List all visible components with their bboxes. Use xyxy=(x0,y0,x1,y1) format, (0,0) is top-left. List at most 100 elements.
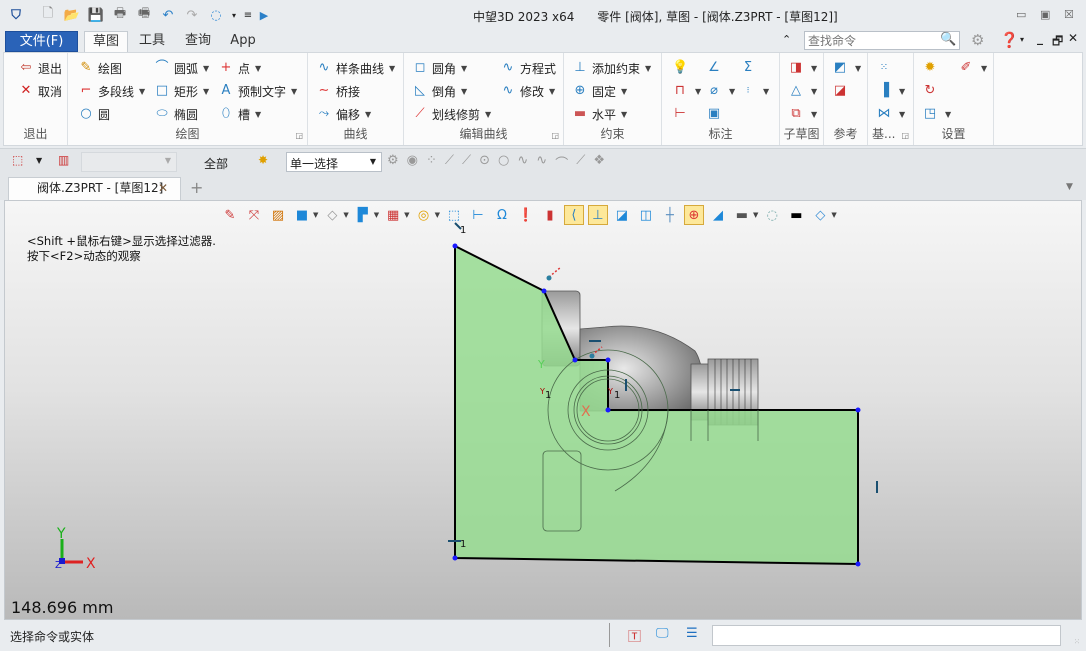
draw-button[interactable]: ✎ 绘图 xyxy=(78,58,122,78)
ellipse-button[interactable]: ⬭ 椭圆 xyxy=(154,104,198,124)
tab-overflow-icon[interactable]: ▼ xyxy=(1066,182,1073,192)
filter-icon[interactable]: ▥ xyxy=(58,153,69,167)
mesh-icon[interactable]: ❖ xyxy=(593,153,605,172)
radial-dimension-icon[interactable]: ⌀ xyxy=(706,83,722,99)
horizontal-button[interactable]: ▬ 水平 ▼ xyxy=(572,104,627,124)
spline-button[interactable]: ∿ 样条曲线 ▼ xyxy=(316,58,396,78)
line-icon[interactable]: ⟋ xyxy=(445,153,454,172)
pick-filter-icon[interactable]: ✸ xyxy=(258,153,268,167)
collapse-ribbon-icon[interactable]: ⌃ xyxy=(782,33,791,46)
minimize-button[interactable]: ▭ xyxy=(1016,8,1026,21)
maximize-button[interactable]: ▣ xyxy=(1040,8,1050,21)
fix-button[interactable]: ⊕ 固定 ▼ xyxy=(572,81,628,101)
chevron-down-icon[interactable]: ▼ xyxy=(811,64,817,73)
vertex[interactable] xyxy=(605,407,611,413)
arc-button[interactable]: ⌒ 圆弧 ▼ xyxy=(154,58,209,78)
3d-viewport[interactable]: ✎ ⤧ ▨ ■ ▼ ◇ ▼ ▛ ▼ ▦ ▼ ◎ ▼ ⬚ ⊢ Ω ❗ ▮ ⟨ ⊥ ◪ ◫ ┼… xyxy=(4,200,1082,620)
vertex[interactable] xyxy=(452,243,458,249)
symmetry-icon[interactable]: ⋈ xyxy=(876,106,892,122)
gear-icon[interactable]: ⚙ xyxy=(971,31,984,49)
point-button[interactable]: + 点 ▼ xyxy=(218,58,262,78)
tab-tools[interactable]: 工具 xyxy=(134,31,170,52)
chevron-down-icon[interactable]: ▼ xyxy=(811,110,817,119)
file-menu-button[interactable]: 文件(F) xyxy=(5,31,78,52)
gear-pick-icon[interactable]: ⚙ xyxy=(387,153,399,172)
chevron-down-icon[interactable]: ▼ xyxy=(899,110,905,119)
play-icon[interactable]: ◉ xyxy=(407,153,418,172)
chevron-down-icon[interactable]: ▼ xyxy=(945,110,951,119)
search-icon[interactable]: 🔍 xyxy=(940,32,956,47)
close-button[interactable]: ☒ xyxy=(1064,8,1074,21)
curve-point-icon[interactable]: ∿ xyxy=(517,153,528,172)
group-launcher-icon[interactable]: ◲ xyxy=(551,131,559,140)
tab-query[interactable]: 查询 xyxy=(178,31,218,52)
tab-sketch[interactable]: 草图 xyxy=(84,31,128,53)
frame-icon[interactable]: ◳ xyxy=(922,106,938,122)
formula-icon[interactable]: ▣ xyxy=(706,106,722,122)
close-tab-icon[interactable]: ✕ xyxy=(158,178,168,199)
chevron-down-icon[interactable]: ▼ xyxy=(763,87,769,96)
reorient-icon[interactable]: ↻ xyxy=(922,83,938,99)
trim-button[interactable]: ⟋ 划线修剪 ▼ xyxy=(412,104,491,124)
polyline-button[interactable]: ⌐ 多段线 ▼ xyxy=(78,81,146,101)
chevron-down-icon[interactable]: ▼ xyxy=(811,87,817,96)
chevron-down-icon[interactable]: ▼ xyxy=(36,156,42,165)
triangle-icon[interactable]: △ xyxy=(788,83,804,99)
insert-sub-sketch-icon[interactable]: ◨ xyxy=(788,60,804,76)
vertex[interactable] xyxy=(855,407,861,413)
command-search-input[interactable] xyxy=(804,31,960,50)
doc-minimize-button[interactable]: _ xyxy=(1037,31,1043,45)
filter-select[interactable]: ▼ xyxy=(81,152,177,172)
customize-quick-access-icon[interactable]: ≡ xyxy=(240,7,256,23)
chevron-down-icon[interactable]: ▼ xyxy=(695,87,701,96)
mirror-icon[interactable]: ▐ xyxy=(876,83,892,99)
print-icon[interactable]: 🖶 xyxy=(112,6,128,23)
reference-plane-icon[interactable]: ◩ xyxy=(832,60,848,76)
circle-button[interactable]: ○ 圆 xyxy=(78,104,110,124)
help-icon[interactable]: ❓ xyxy=(1000,31,1019,49)
add-constraint-button[interactable]: ⊥ 添加约束 ▼ xyxy=(572,58,651,78)
save-icon[interactable]: 💾 xyxy=(88,7,104,23)
group-launcher-icon[interactable]: ◲ xyxy=(901,131,909,140)
display-icon[interactable]: 🖵 xyxy=(656,626,669,641)
bridge-button[interactable]: ∼ 桥接 xyxy=(316,81,360,101)
chevron-down-icon[interactable]: ▼ xyxy=(855,64,861,73)
doc-close-button[interactable]: ✕ xyxy=(1068,31,1078,45)
open-file-icon[interactable]: 📂 xyxy=(64,7,80,23)
baseline-dimension-icon[interactable]: ⊢ xyxy=(672,106,688,122)
tab-app[interactable]: App xyxy=(226,31,260,52)
command-input[interactable] xyxy=(712,625,1061,646)
vertex[interactable] xyxy=(605,357,611,363)
doc-restore-button[interactable]: 🗗 xyxy=(1052,32,1063,53)
arch-icon[interactable]: ⌒ xyxy=(555,153,568,172)
center-icon[interactable]: ⊙ xyxy=(479,153,490,172)
group-launcher-icon[interactable]: ◲ xyxy=(295,131,303,140)
new-file-icon[interactable]: 🗋 xyxy=(40,6,56,23)
cancel-button[interactable]: ✕ 取消 xyxy=(18,81,62,101)
select-box-icon[interactable]: ⬚ xyxy=(12,153,23,167)
equation-button[interactable]: ∿ 方程式 xyxy=(500,58,556,78)
vertex[interactable] xyxy=(452,555,458,561)
selection-mode-select[interactable]: 单一选择 ▼ xyxy=(286,152,382,172)
scope-label[interactable]: 全部 xyxy=(204,155,228,172)
preset-text-button[interactable]: A 预制文字 ▼ xyxy=(218,81,298,101)
chevron-down-icon[interactable]: ▼ xyxy=(899,87,905,96)
chevron-down-icon[interactable]: ▾ xyxy=(1020,35,1024,44)
print-preview-icon[interactable]: 🖷 xyxy=(136,6,152,23)
pattern-icon[interactable]: ⁙ xyxy=(876,60,892,76)
tolerance-icon[interactable]: ⁝ xyxy=(740,83,756,99)
chamfer-button[interactable]: ◺ 倒角 ▼ xyxy=(412,81,467,101)
rectangle-button[interactable]: □ 矩形 ▼ xyxy=(154,81,209,101)
overlap-icon[interactable]: ⧉ xyxy=(788,106,804,122)
reference-geometry-icon[interactable]: ◪ xyxy=(832,83,848,99)
vertex[interactable] xyxy=(572,357,578,363)
app-logo-icon[interactable]: ⛉ xyxy=(8,7,24,23)
quadrant-icon[interactable]: ○ xyxy=(498,153,509,172)
vertex[interactable] xyxy=(855,561,861,567)
exit-button[interactable]: ⇦ 退出 xyxy=(18,58,62,78)
fillet-button[interactable]: ◻ 圆角 ▼ xyxy=(412,58,468,78)
sketch-canvas[interactable]: X Y Y Y 1 1 1 1 Y X Z xyxy=(5,201,1083,621)
view-rotate-icon[interactable]: ◌ xyxy=(208,7,224,23)
document-tab[interactable]: 阀体.Z3PRT - [草图12] ✕ xyxy=(8,177,181,200)
curve-icon[interactable]: ∿ xyxy=(536,153,547,172)
